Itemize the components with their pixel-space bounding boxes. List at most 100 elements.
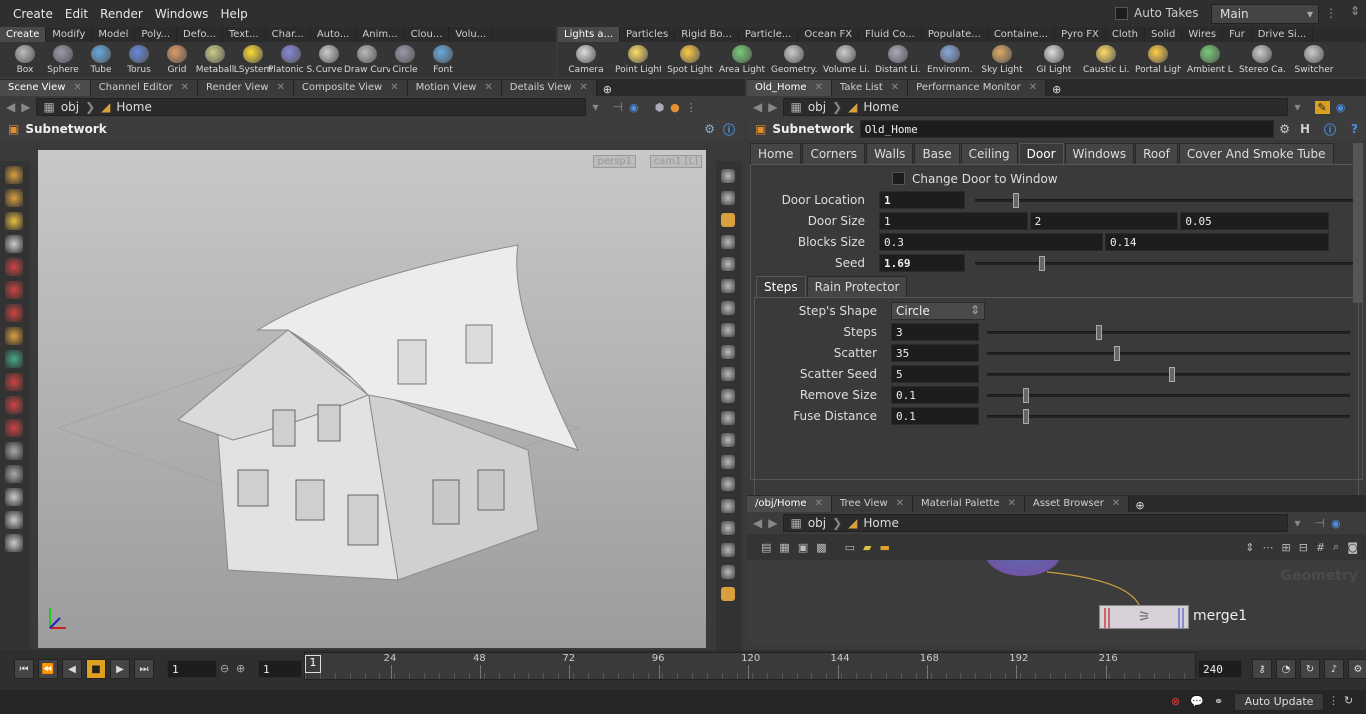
- param-slider[interactable]: [975, 191, 1354, 209]
- close-icon[interactable]: ✕: [181, 80, 189, 96]
- shelf-tool[interactable]: Caustic Li...: [1080, 42, 1132, 77]
- list-icon[interactable]: ▤: [761, 541, 771, 554]
- close-icon[interactable]: ✕: [815, 496, 823, 512]
- current-frame-field[interactable]: 1: [167, 660, 217, 678]
- options-icon[interactable]: ⋮: [686, 101, 697, 114]
- param-field[interactable]: 35: [891, 343, 979, 362]
- shelf-tab[interactable]: Populate...: [922, 27, 988, 42]
- frame-icon[interactable]: ◙: [1347, 541, 1358, 554]
- close-icon[interactable]: ✕: [484, 80, 492, 96]
- path-obj[interactable]: obj: [61, 100, 79, 114]
- settings-icon[interactable]: ⚙: [1348, 659, 1366, 679]
- grid-icon[interactable]: ▦: [779, 541, 789, 554]
- shelf-tab[interactable]: Auto...: [311, 27, 357, 42]
- add-tab-icon[interactable]: ⊕: [1129, 499, 1150, 512]
- shelf-tool[interactable]: Font: [424, 42, 462, 77]
- slider-handle[interactable]: [1023, 408, 1030, 424]
- shelf-tool[interactable]: Point Light: [612, 42, 664, 77]
- slider-handle[interactable]: [1039, 255, 1046, 271]
- shelf-tool[interactable]: Distant Li...: [872, 42, 924, 77]
- menu-item-help[interactable]: Help: [214, 7, 253, 21]
- chat-icon[interactable]: 💬: [1190, 695, 1204, 708]
- display-option-icon[interactable]: [721, 213, 735, 227]
- close-icon[interactable]: ✕: [815, 80, 823, 96]
- timeline-cursor[interactable]: 1: [305, 655, 321, 673]
- net-path-home[interactable]: Home: [863, 516, 898, 530]
- pane-tab[interactable]: Old_Home ✕: [747, 80, 832, 96]
- merge-node[interactable]: ⚞: [1099, 605, 1189, 629]
- shelf-tool[interactable]: Draw Curve: [344, 42, 390, 77]
- menu-item-edit[interactable]: Edit: [59, 7, 94, 21]
- forward-arrow-icon[interactable]: ▶: [768, 100, 777, 114]
- display-option-icon[interactable]: [721, 411, 735, 425]
- pane-tab[interactable]: Performance Monitor ✕: [908, 80, 1047, 96]
- param-path-field[interactable]: ▦ obj ❯ ◢ Home: [783, 98, 1289, 116]
- param-slider[interactable]: [987, 344, 1350, 362]
- pane-tab[interactable]: Channel Editor ✕: [90, 80, 199, 96]
- display-option-icon[interactable]: [721, 543, 735, 557]
- shelf-tab[interactable]: Volu...: [449, 27, 494, 42]
- display-option-icon[interactable]: [721, 587, 735, 601]
- layout-icon[interactable]: ▣: [798, 541, 808, 554]
- net-path-obj[interactable]: obj: [808, 516, 826, 530]
- display-option-icon[interactable]: [721, 257, 735, 271]
- link-icon[interactable]: ◉: [1336, 101, 1346, 114]
- viewer-tool-icon[interactable]: [5, 442, 23, 460]
- pane-tab[interactable]: Details View ✕: [501, 80, 597, 96]
- shelf-tab[interactable]: Fur: [1223, 27, 1252, 42]
- folder-tab[interactable]: Corners: [802, 143, 866, 164]
- viewer-tool-icon[interactable]: [5, 534, 23, 552]
- param-field[interactable]: 0.1: [891, 385, 979, 404]
- shelf-tab[interactable]: Drive Si...: [1252, 27, 1314, 42]
- grid-snap-icon[interactable]: #: [1316, 541, 1325, 554]
- shelf-tab[interactable]: Anim...: [356, 27, 405, 42]
- add-tab-icon[interactable]: ⊕: [597, 83, 618, 96]
- param-slider[interactable]: [987, 407, 1350, 425]
- param-field[interactable]: 3: [891, 322, 979, 341]
- viewer-tool-icon[interactable]: [5, 166, 23, 184]
- refresh-icon[interactable]: ↻: [1344, 694, 1353, 707]
- param-field[interactable]: 1: [879, 211, 1028, 230]
- close-icon[interactable]: ✕: [891, 80, 899, 96]
- pin-icon[interactable]: ⊣: [613, 100, 623, 114]
- search-icon[interactable]: ⌕: [1333, 540, 1339, 554]
- path-home[interactable]: Home: [116, 100, 151, 114]
- step-back-icon[interactable]: ⏪: [38, 659, 58, 679]
- sticky-icon[interactable]: ▰: [863, 541, 871, 554]
- shelf-tab[interactable]: Poly...: [135, 27, 178, 42]
- display-option-icon[interactable]: [721, 433, 735, 447]
- display-option-icon[interactable]: [721, 191, 735, 205]
- shelf-tab[interactable]: Clou...: [405, 27, 450, 42]
- link-icon[interactable]: ◉: [629, 101, 639, 114]
- close-icon[interactable]: ✕: [896, 496, 904, 512]
- shelf-tab[interactable]: Solid: [1145, 27, 1183, 42]
- path-dropdown-icon[interactable]: ▾: [1294, 100, 1300, 114]
- param-field[interactable]: 5: [891, 364, 979, 383]
- viewer-tool-icon[interactable]: [5, 304, 23, 322]
- viewer-tool-icon[interactable]: [5, 327, 23, 345]
- param-field[interactable]: 0.05: [1180, 211, 1329, 230]
- plus-icon[interactable]: ⊕: [236, 662, 245, 675]
- forward-arrow-icon[interactable]: ▶: [21, 100, 30, 114]
- shelf-tool[interactable]: Ambient L...: [1184, 42, 1236, 77]
- tree-icon[interactable]: ⚙: [704, 122, 715, 136]
- shelf-tab[interactable]: Fluid Co...: [859, 27, 922, 42]
- hda-icon[interactable]: H: [1300, 122, 1310, 136]
- pane-tab[interactable]: Scene View ✕: [0, 80, 91, 96]
- folder-tab[interactable]: Door: [1018, 143, 1064, 164]
- param-field[interactable]: 1.69: [879, 253, 965, 272]
- folder-tab[interactable]: Cover And Smoke Tube: [1178, 143, 1334, 164]
- pane-tab[interactable]: /obj/Home ✕: [747, 496, 832, 512]
- scroll-icon[interactable]: ⇕: [1350, 4, 1360, 18]
- viewer-tool-icon[interactable]: [5, 235, 23, 253]
- close-icon[interactable]: ✕: [1029, 80, 1037, 96]
- folder-icon[interactable]: ▬: [880, 541, 890, 554]
- param-path-home[interactable]: Home: [863, 100, 898, 114]
- pane-tab[interactable]: Tree View ✕: [831, 496, 914, 512]
- param-field[interactable]: 2: [1029, 211, 1179, 230]
- loop-icon[interactable]: ↻: [1300, 659, 1320, 679]
- display-option-icon[interactable]: [721, 235, 735, 249]
- display-option-icon[interactable]: [721, 455, 735, 469]
- shelf-tool[interactable]: GI Light: [1028, 42, 1080, 77]
- shelf-tool[interactable]: Tube: [82, 42, 120, 77]
